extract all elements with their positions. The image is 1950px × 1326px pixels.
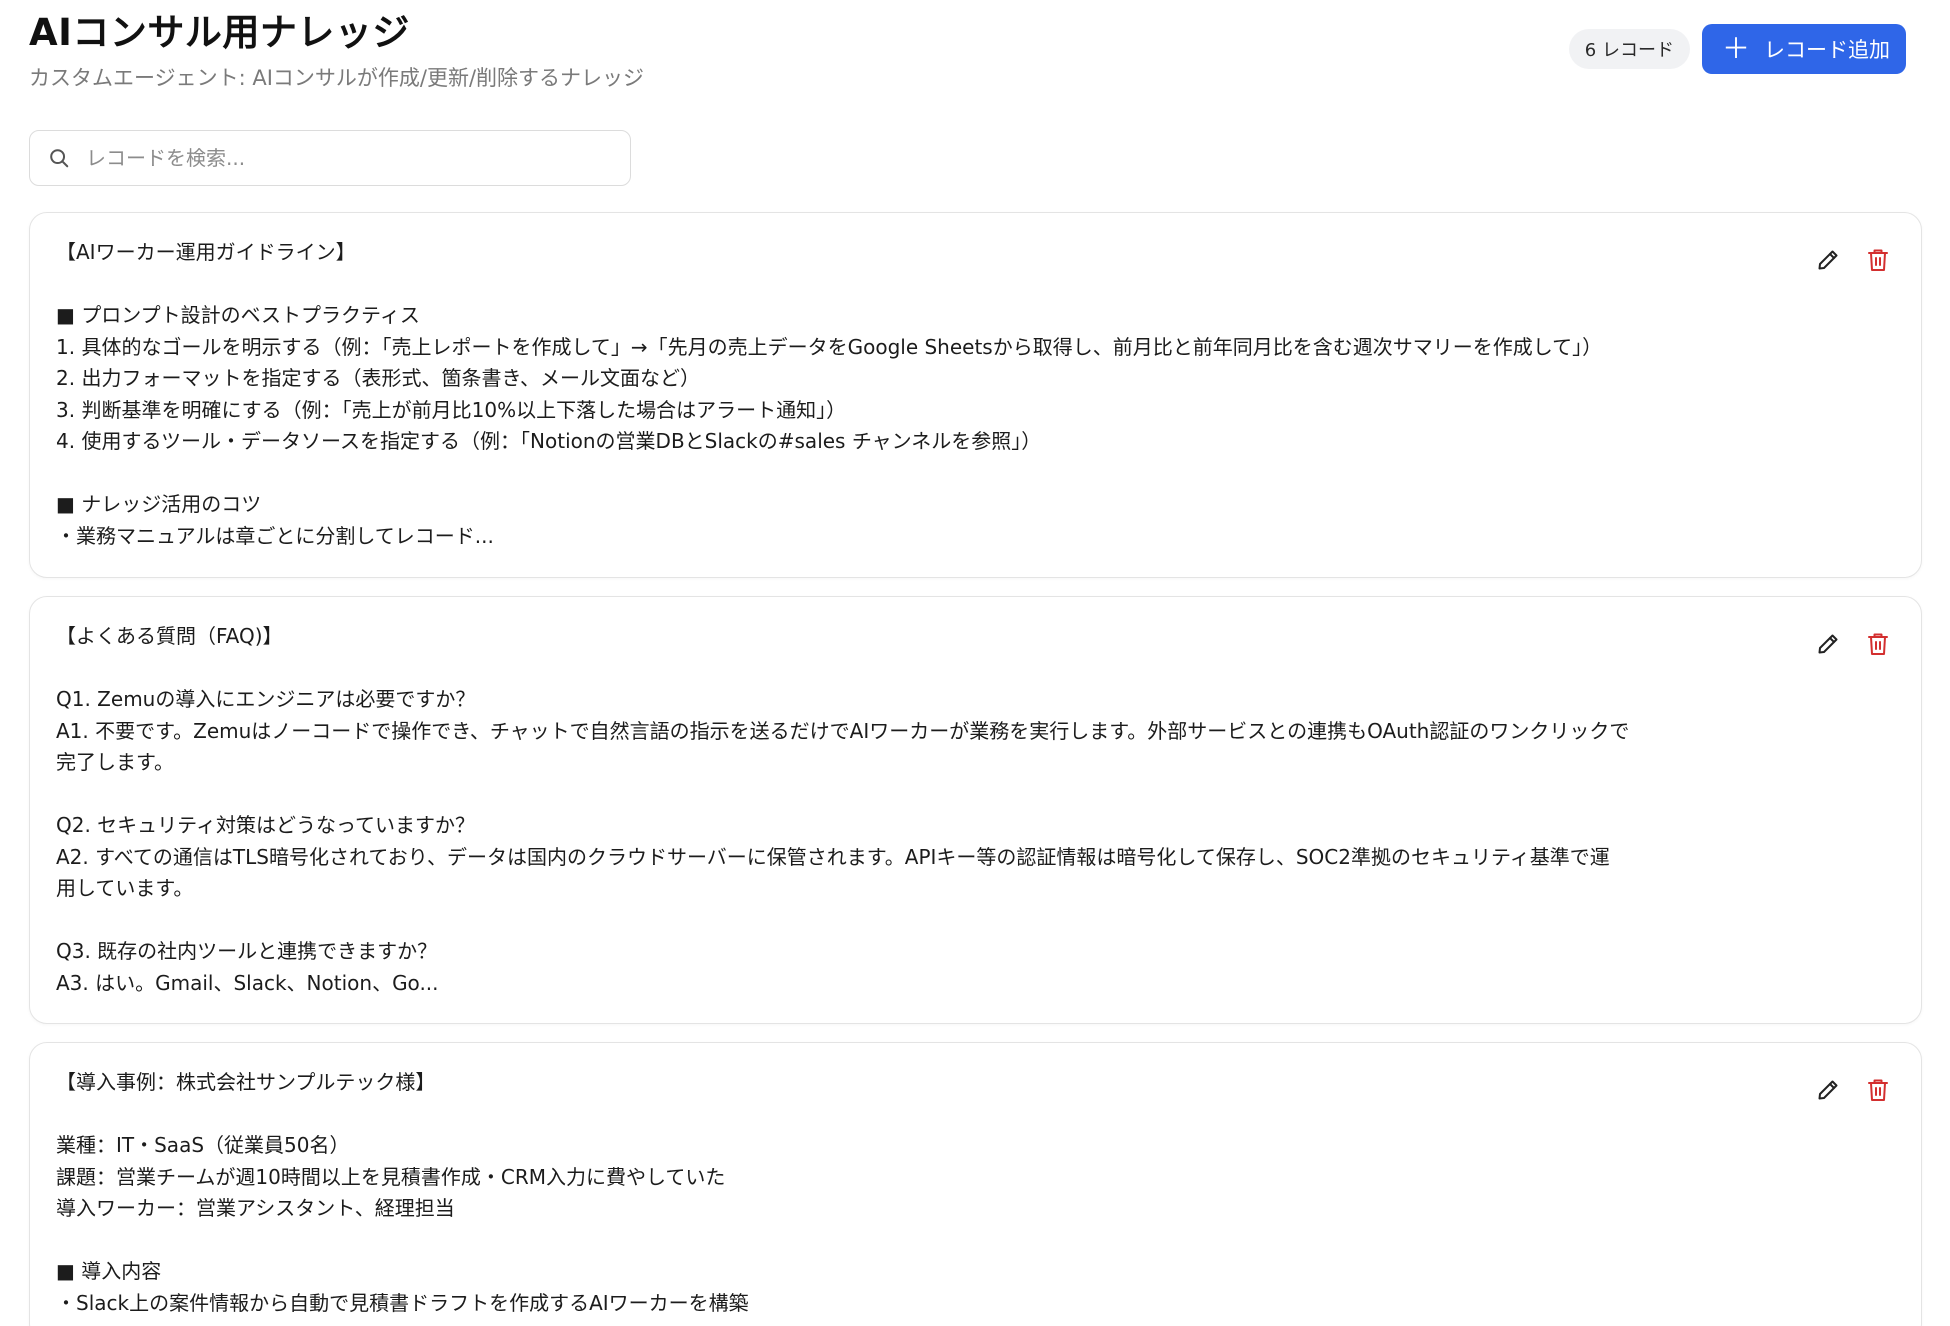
record-line	[56, 269, 1761, 301]
record-line: 3. 判断基準を明確にする（例：「売上が前月比10%以上下落した場合はアラート通…	[56, 397, 847, 422]
header-actions: 6 レコード ＋ レコード追加	[1568, 24, 1906, 74]
record-line: A2. すべての通信はTLS暗号化されており、データは国内のクラウドサーバーに保…	[56, 844, 1610, 869]
trash-icon[interactable]	[1865, 247, 1891, 273]
add-record-label: レコード追加	[1764, 38, 1890, 62]
record-line	[56, 1099, 1761, 1131]
record-line: 課題：営業チームが週10時間以上を見積書作成・CRM入力に費やしていた	[56, 1164, 726, 1189]
record-line: 【導入事例：株式会社サンプルテック様】	[56, 1070, 436, 1094]
record-line: 4. 使用するツール・データソースを指定する（例：「Notionの営業DBとSl…	[56, 429, 1042, 453]
record-line: 1. 具体的なゴールを明示する（例：「売上レポートを作成して」→「先月の売上デー…	[56, 334, 1603, 359]
record-line	[56, 458, 1761, 490]
record-line: 【よくある質問（FAQ)】	[56, 624, 283, 648]
record-card[interactable]: 【AIワーカー運用ガイドライン】 ■ プロンプト設計のベストプラクティス 1. 具体…	[29, 212, 1922, 578]
record-line: ・業務マニュアルは章ごとに分割してレコード...	[56, 523, 494, 548]
add-record-button[interactable]: ＋ レコード追加	[1701, 24, 1906, 74]
search-input[interactable]	[84, 145, 612, 171]
card-actions	[1815, 1077, 1891, 1103]
plus-icon: ＋	[1721, 32, 1750, 65]
record-line: A3. はい。Gmail、Slack、Notion、Go...	[56, 970, 439, 995]
record-line: 完了します。	[56, 750, 174, 774]
record-content: 【AIワーカー運用ガイドライン】 ■ プロンプト設計のベストプラクティス 1. 具体…	[56, 237, 1761, 552]
record-line: ■ 導入内容	[56, 1259, 162, 1283]
pencil-icon[interactable]	[1815, 247, 1841, 273]
search-icon	[50, 149, 69, 168]
search-box[interactable]	[29, 130, 631, 186]
record-list: 【AIワーカー運用ガイドライン】 ■ プロンプト設計のベストプラクティス 1. 具体…	[29, 212, 1922, 1326]
record-line: 【AIワーカー運用ガイドライン】	[56, 240, 356, 264]
record-count-badge: 6 レコード	[1568, 29, 1690, 69]
record-line: ■ プロンプト設計のベストプラクティス	[56, 303, 420, 327]
page-title: AIコンサル用ナレッジ	[29, 11, 410, 54]
header: AIコンサル用ナレッジ カスタムエージェント: AIコンサルが作成/更新/削除す…	[29, 0, 1921, 110]
record-line: ■ ナレッジ活用のコツ	[56, 492, 262, 516]
record-line: 2. 出力フォーマットを指定する（表形式、箇条書き、メール文面など）	[56, 366, 701, 390]
record-card[interactable]: 【導入事例：株式会社サンプルテック様】 業種：IT・SaaS（従業員50名） 課題：…	[29, 1042, 1922, 1326]
record-line: Q3. 既存の社内ツールと連携できますか？	[56, 939, 438, 963]
trash-icon[interactable]	[1865, 631, 1891, 657]
record-content: 【よくある質問（FAQ)】 Q1. Zemuの導入にエンジニアは必要ですか？ A1.…	[56, 621, 1761, 999]
record-line: A1. 不要です。Zemuはノーコードで操作でき、チャットで自然言語の指示を送る…	[56, 718, 1630, 743]
record-line	[56, 1225, 1761, 1257]
record-line: 用しています。	[56, 876, 194, 900]
record-line: Q1. Zemuの導入にエンジニアは必要ですか？	[56, 687, 476, 711]
pencil-icon[interactable]	[1815, 631, 1841, 657]
record-line: 業種：IT・SaaS（従業員50名）	[56, 1133, 350, 1157]
record-card[interactable]: 【よくある質問（FAQ)】 Q1. Zemuの導入にエンジニアは必要ですか？ A1.…	[29, 596, 1922, 1024]
card-actions	[1815, 247, 1891, 273]
record-line	[56, 905, 1761, 937]
record-line	[56, 653, 1761, 685]
page: AIコンサル用ナレッジ カスタムエージェント: AIコンサルが作成/更新/削除す…	[0, 0, 1950, 1326]
record-content: 【導入事例：株式会社サンプルテック様】 業種：IT・SaaS（従業員50名） 課題：…	[56, 1067, 1761, 1319]
card-actions	[1815, 631, 1891, 657]
pencil-icon[interactable]	[1815, 1077, 1841, 1103]
page-subtitle: カスタムエージェント: AIコンサルが作成/更新/削除するナレッジ	[29, 66, 645, 90]
record-line	[56, 779, 1761, 811]
record-line: Q2. セキュリティ対策はどうなっていますか？	[56, 813, 475, 837]
record-line: ・Slack上の案件情報から自動で見積書ドラフトを作成するAIワーカーを構築	[56, 1290, 749, 1315]
trash-icon[interactable]	[1865, 1077, 1891, 1103]
record-line: 導入ワーカー：営業アシスタント、経理担当	[56, 1196, 455, 1220]
